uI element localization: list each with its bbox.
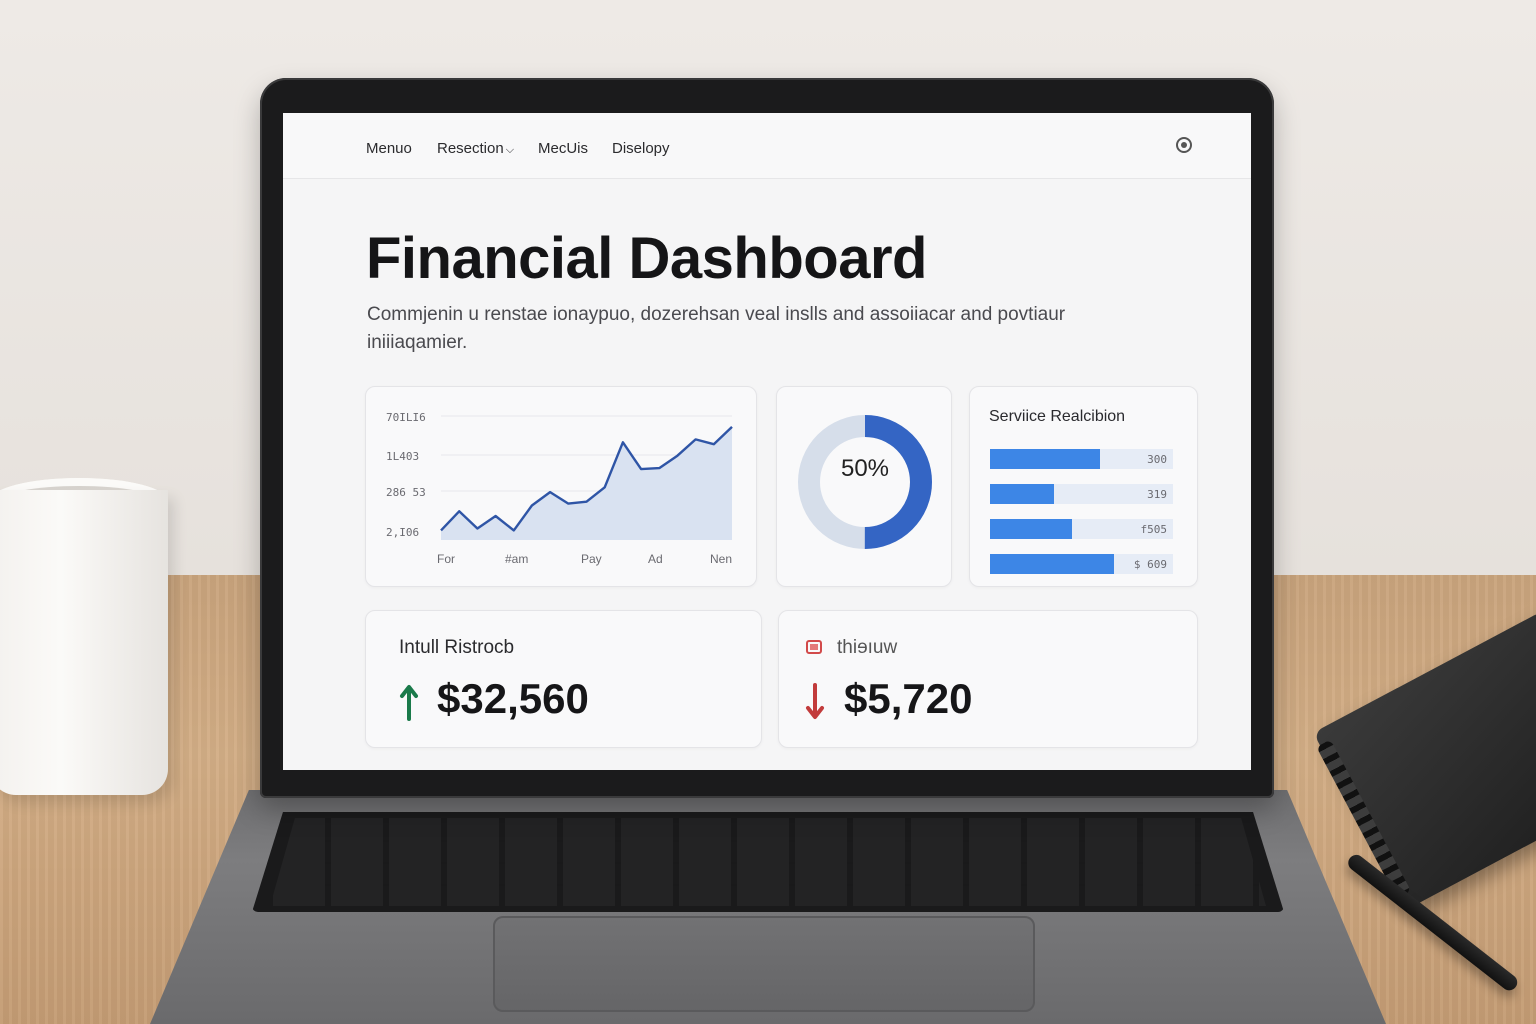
donut-chart-card: 50% (776, 386, 952, 587)
stat-card-expense: thiɘıuw $5,720 (778, 610, 1198, 748)
bar-chart-card: Serviice Realcibion 300 319 f505 $ 609 (969, 386, 1198, 587)
donut-percent-label: 50% (840, 455, 890, 482)
bar-track: 319 (990, 484, 1173, 504)
line-chart-card: 70ILI6 1L403 286 53 2,I06 For #am Pay Ad Nen (365, 386, 757, 587)
bar-value-label: 319 (1147, 488, 1167, 501)
bar-value-label: 300 (1147, 453, 1167, 466)
bar (990, 519, 1073, 539)
y-tick-label: 286 53 (386, 486, 426, 499)
nav-item-menuo[interactable]: Menuo (366, 140, 412, 157)
arrow-up-icon (400, 685, 418, 721)
dashboard-screen: Menuo Resection ⌵ MecUis Diselopy Financi… (283, 113, 1251, 770)
stat-value: $32,560 (437, 675, 589, 722)
y-tick-label: 2,I06 (386, 526, 419, 539)
line-chart: 70ILI6 1L403 286 53 2,I06 For #am Pay Ad Nen (386, 411, 733, 566)
x-tick-label: For (437, 552, 455, 566)
bar (990, 449, 1100, 469)
nav-item-mecuis[interactable]: MecUis (538, 140, 588, 157)
x-tick-label: #am (505, 552, 528, 566)
bar-track: 300 (990, 449, 1173, 469)
arrow-down-icon (806, 683, 824, 719)
bar-track: $ 609 (990, 554, 1173, 574)
y-tick-label: 1L403 (386, 450, 419, 463)
bar (990, 554, 1115, 574)
nav-item-resection[interactable]: Resection ⌵ (437, 140, 514, 157)
user-avatar-icon[interactable] (1176, 137, 1192, 153)
chevron-down-icon: ⌵ (505, 144, 515, 156)
page-title: Financial Dashboard (366, 226, 927, 291)
y-tick-label: 70ILI6 (386, 411, 426, 424)
nav-item-resection-label: Resection (437, 140, 504, 157)
x-tick-label: Ad (648, 552, 663, 566)
bar-value-label: $ 609 (1133, 558, 1167, 571)
top-navigation: Menuo Resection ⌵ MecUis Diselopy (283, 113, 1251, 179)
alert-badge-icon (806, 640, 822, 654)
bar-value-label: f505 (1140, 523, 1168, 536)
keyboard-keys (270, 818, 1266, 906)
bar-track: f505 (990, 519, 1173, 539)
page-subtitle: Commjenin u renstae ionaypuo, dozerehsan… (367, 304, 1066, 353)
trackpad (493, 916, 1035, 1012)
stat-label: Intull Ristrocb (399, 637, 515, 658)
nav-item-diselopy[interactable]: Diselopy (612, 140, 670, 157)
stat-value: $5,720 (844, 675, 973, 722)
bar (990, 484, 1055, 504)
stat-card-income: Intull Ristrocb $32,560 (365, 610, 762, 748)
coffee-mug (0, 490, 168, 795)
x-tick-label: Pay (581, 552, 602, 566)
stat-label: thiɘıuw (837, 637, 898, 658)
bar-chart-title: Serviice Realcibion (989, 408, 1126, 425)
x-tick-label: Nen (710, 552, 732, 566)
